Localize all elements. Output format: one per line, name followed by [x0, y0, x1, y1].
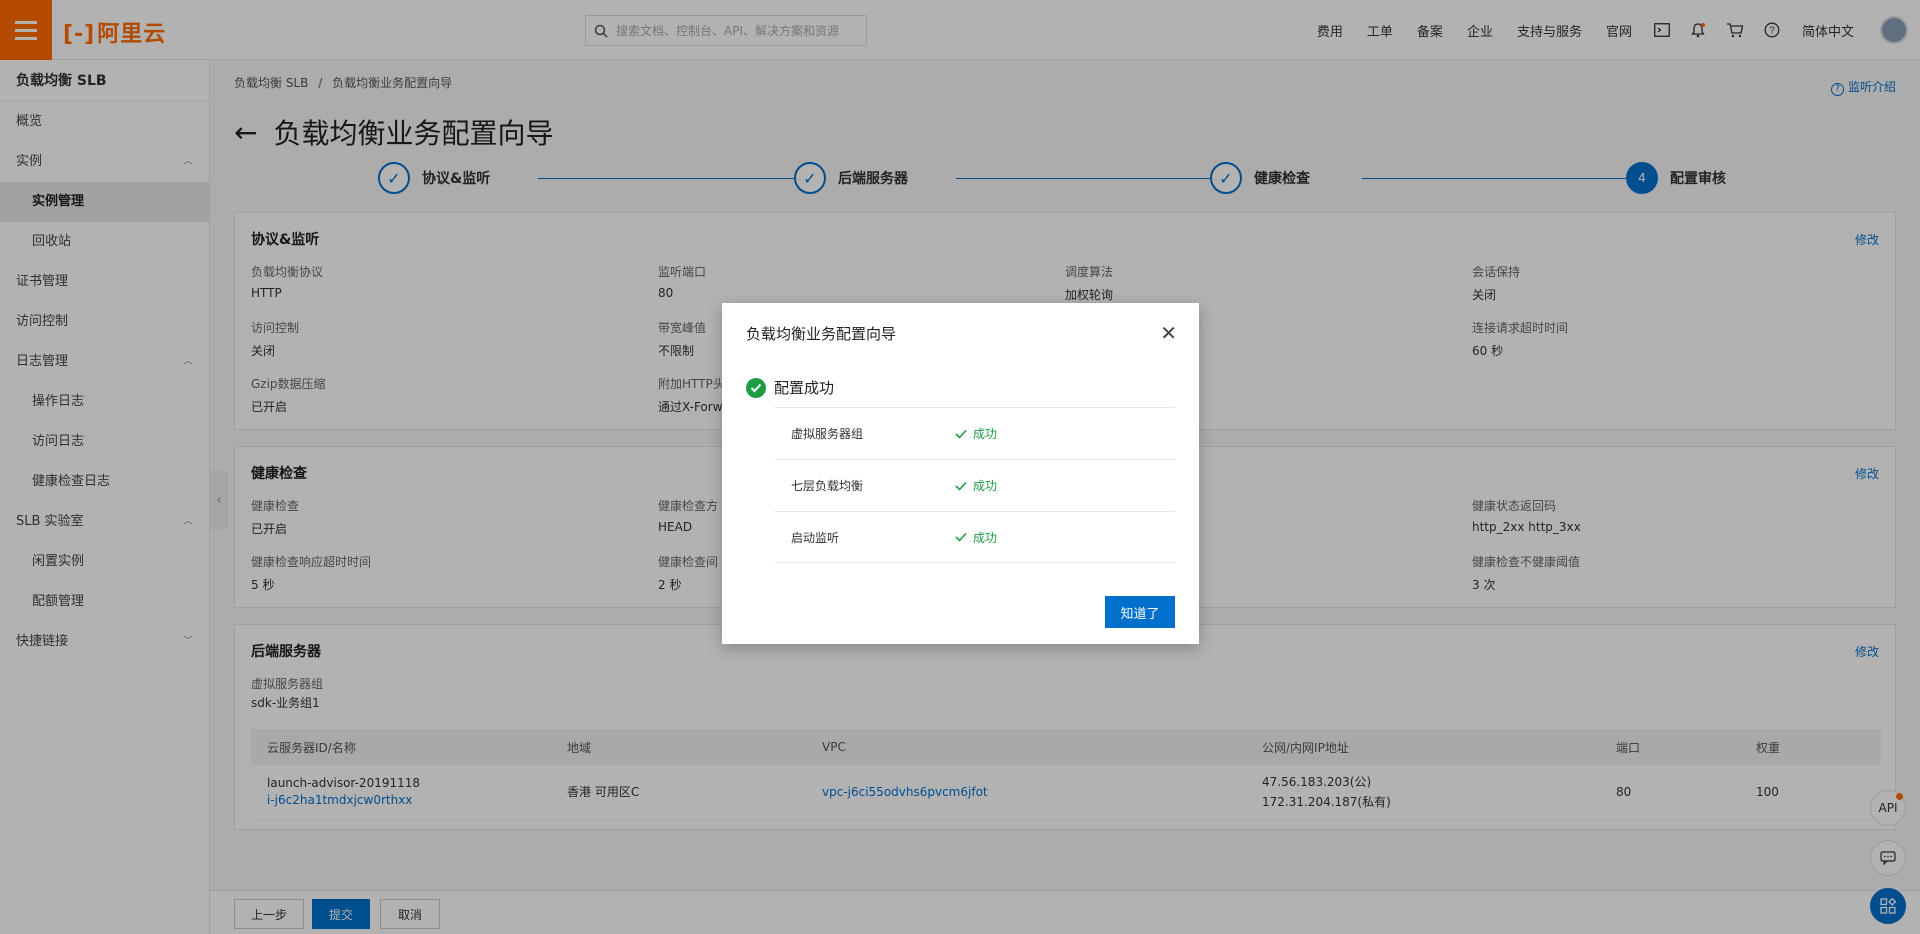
- check-icon: [955, 532, 967, 542]
- list-item: 虚拟服务器组 成功: [775, 407, 1175, 459]
- result-list: 虚拟服务器组 成功 七层负载均衡 成功 启动监听 成功: [775, 407, 1175, 563]
- success-check-icon: [746, 377, 766, 398]
- list-item: 七层负载均衡 成功: [775, 459, 1175, 511]
- dialog-title: 负载均衡业务配置向导: [746, 325, 897, 343]
- dialog-status: 配置成功: [746, 377, 834, 398]
- check-icon: [955, 429, 967, 439]
- check-icon: [955, 481, 967, 491]
- confirm-button[interactable]: 知道了: [1105, 596, 1175, 628]
- list-item: 启动监听 成功: [775, 511, 1175, 563]
- close-icon[interactable]: ✕: [1160, 321, 1177, 345]
- success-dialog: 负载均衡业务配置向导 ✕ 配置成功 虚拟服务器组 成功 七层负载均衡 成功 启动…: [722, 303, 1199, 644]
